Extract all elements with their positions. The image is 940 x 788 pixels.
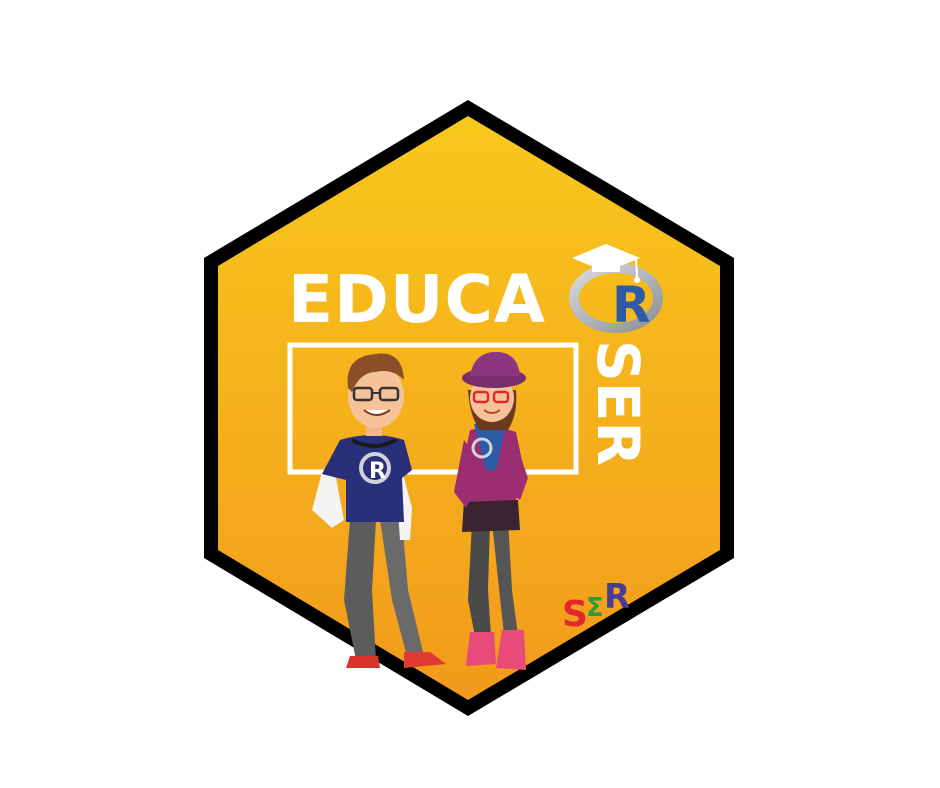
ser-logo-s: S (562, 594, 588, 635)
r-logo-letter: R (612, 276, 651, 334)
shirt-r-letter: R (369, 459, 386, 484)
ser-logo-sigma: Σ (586, 593, 604, 623)
badge-canvas: EDUCA R SER R S Σ R (204, 100, 734, 716)
hexagon-badge (204, 100, 734, 716)
ser-logo-r: R (604, 577, 630, 617)
title-educa: EDUCA (288, 261, 546, 338)
vertical-ser: SER (584, 340, 652, 466)
